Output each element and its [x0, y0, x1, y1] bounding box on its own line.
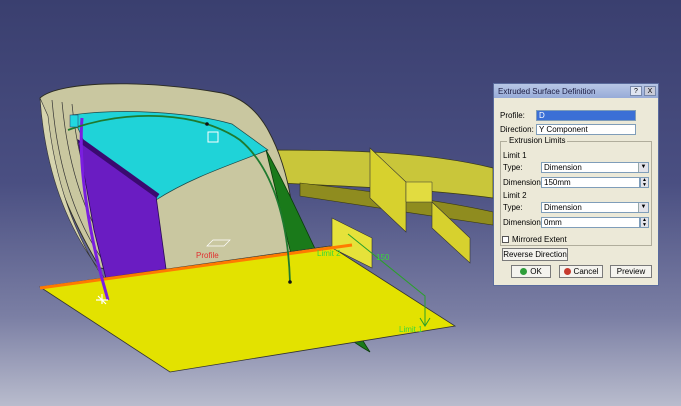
mirrored-extent-checkbox[interactable] — [502, 236, 509, 243]
limit1-type-label: Type: — [503, 163, 523, 172]
limit2-type-select[interactable]: Dimension ▼ — [541, 202, 649, 213]
extrusion-limits-legend: Extrusion Limits — [507, 136, 568, 145]
cancel-icon — [563, 268, 571, 275]
chevron-down-icon[interactable]: ▼ — [638, 203, 648, 212]
ok-button[interactable]: OK — [511, 265, 551, 278]
limit1-type-select[interactable]: Dimension ▼ — [541, 162, 649, 173]
limit1-dimension-field[interactable]: 150mm — [541, 177, 640, 188]
close-button[interactable]: X — [644, 86, 656, 96]
direction-field-label: Direction: — [500, 125, 534, 134]
limit1-dimension-label: Dimension: — [503, 178, 544, 187]
dialog-titlebar[interactable]: Extruded Surface Definition ? X — [494, 84, 658, 98]
mirrored-extent-option[interactable]: Mirrored Extent — [502, 235, 567, 244]
limit1-spinner[interactable]: ▲ ▼ — [640, 177, 649, 188]
cancel-label: Cancel — [573, 267, 599, 276]
limit2-title: Limit 2 — [503, 191, 527, 200]
limit1-label: Limit 1 — [399, 325, 423, 334]
preview-button[interactable]: Preview — [610, 265, 652, 278]
limit2-type-label: Type: — [503, 203, 523, 212]
dimension-value-label: 150 — [376, 253, 390, 262]
reverse-direction-button[interactable]: Reverse Direction — [502, 248, 568, 261]
dialog-title: Extruded Surface Definition — [498, 86, 596, 96]
spin-down-icon[interactable]: ▼ — [641, 183, 648, 188]
extrusion-limits-group: Extrusion Limits Limit 1 Type: Dimension… — [500, 136, 652, 246]
limit2-dimension-label: Dimension: — [503, 218, 544, 227]
limit2-dimension-field[interactable]: 0mm — [541, 217, 640, 228]
cancel-button[interactable]: Cancel — [559, 265, 603, 278]
direction-field[interactable]: Y Component — [536, 124, 636, 135]
ok-icon — [520, 268, 528, 275]
cyan-marker — [69, 114, 79, 128]
profile-label: Profile — [196, 251, 219, 260]
sweep-plane-3 — [405, 181, 433, 203]
limit2-type-value: Dimension — [544, 203, 582, 212]
help-button[interactable]: ? — [630, 86, 642, 96]
profile-field-label: Profile: — [500, 111, 525, 120]
chevron-down-icon[interactable]: ▼ — [638, 163, 648, 172]
limit2-spinner[interactable]: ▲ ▼ — [640, 217, 649, 228]
spin-down-icon[interactable]: ▼ — [641, 223, 648, 228]
mirrored-extent-label: Mirrored Extent — [512, 235, 567, 244]
vertex-point-2 — [288, 280, 292, 284]
extruded-surface-dialog: Extruded Surface Definition ? X Profile:… — [493, 83, 659, 286]
limit2-label: Limit 2 — [317, 249, 341, 258]
profile-field[interactable]: D — [536, 110, 636, 121]
vertex-point-1 — [205, 122, 209, 126]
limit1-title: Limit 1 — [503, 151, 527, 160]
limit1-type-value: Dimension — [544, 163, 582, 172]
ok-label: OK — [530, 267, 542, 276]
